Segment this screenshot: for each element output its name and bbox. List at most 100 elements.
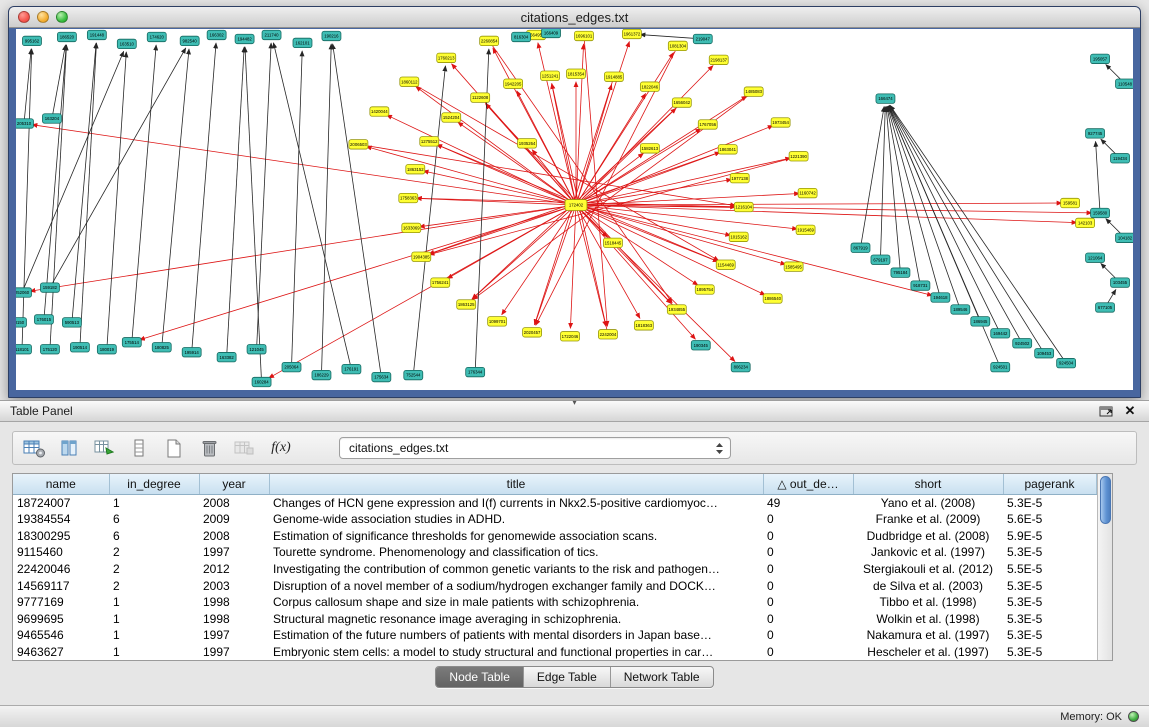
graph-node[interactable]: 166409 xyxy=(542,29,561,38)
graph-node[interactable]: 924501 xyxy=(991,362,1010,371)
import-table-icon[interactable] xyxy=(91,436,117,460)
graph-node[interactable]: 109453 xyxy=(1035,348,1054,357)
graph-edge[interactable] xyxy=(50,48,186,288)
graph-edge[interactable] xyxy=(257,43,272,349)
table-row[interactable]: 1456911722003Disruption of a novel membe… xyxy=(13,577,1096,594)
graph-node[interactable]: 195057 xyxy=(1091,54,1110,63)
graph-edge[interactable] xyxy=(502,205,576,315)
graph-node[interactable]: 1863152 xyxy=(406,164,425,173)
graph-node[interactable]: 104182 xyxy=(1116,233,1133,242)
graph-node[interactable]: 1860112 xyxy=(400,77,419,86)
graph-node[interactable]: 1863125 xyxy=(457,300,476,309)
graph-node[interactable]: 1420044 xyxy=(370,107,389,116)
graph-node[interactable]: 1582613 xyxy=(640,144,659,153)
graph-node[interactable]: 1815354 xyxy=(567,69,586,78)
graph-node[interactable]: 1935264 xyxy=(518,139,537,148)
graph-node[interactable]: 816304 xyxy=(512,32,531,41)
table-cell[interactable]: 0 xyxy=(763,627,853,644)
graph-node[interactable]: 1656042 xyxy=(672,98,691,107)
graph-node[interactable]: 1822046 xyxy=(640,82,659,91)
graph-edge[interactable] xyxy=(576,205,606,327)
table-cell[interactable]: 14569117 xyxy=(13,577,109,594)
table-row[interactable]: 946554611997Estimation of the future num… xyxy=(13,627,1096,644)
table-cell[interactable]: Tibbo et al. (1998) xyxy=(853,594,1003,611)
graph-edge[interactable] xyxy=(887,106,920,285)
table-cell[interactable]: 5.3E-5 xyxy=(1003,643,1096,660)
graph-node[interactable]: 174620 xyxy=(147,32,166,41)
table-cell[interactable]: Estimation of the future numbers of pati… xyxy=(269,627,763,644)
graph-node[interactable]: 590513 xyxy=(62,318,81,327)
table-cell[interactable]: Estimation of significance thresholds fo… xyxy=(269,528,763,545)
column-header-title[interactable]: title xyxy=(269,474,763,494)
table-cell[interactable]: 5.6E-5 xyxy=(1003,511,1096,528)
table-cell[interactable]: 0 xyxy=(763,577,853,594)
graph-node[interactable]: 995162 xyxy=(22,36,41,45)
graph-edge[interactable] xyxy=(132,45,156,342)
table-cell[interactable]: 5.3E-5 xyxy=(1003,610,1096,627)
graph-node[interactable]: 1977138 xyxy=(730,173,749,182)
table-cell[interactable]: 5.3E-5 xyxy=(1003,544,1096,561)
graph-node[interactable]: 924504 xyxy=(1057,358,1076,367)
table-cell[interactable]: Yano et al. (2008) xyxy=(853,494,1003,511)
graph-edge[interactable] xyxy=(245,47,262,382)
graph-node[interactable]: 982540 xyxy=(180,36,199,45)
graph-edge[interactable] xyxy=(333,44,382,377)
table-cell[interactable]: Changes of HCN gene expression and I(f) … xyxy=(269,494,763,511)
graph-node[interactable]: 1722046 xyxy=(561,332,580,341)
graph-node[interactable]: 118101 xyxy=(16,345,31,354)
tab-network-table[interactable]: Network Table xyxy=(611,667,713,687)
graph-node[interactable]: 1863041 xyxy=(718,145,737,154)
graph-node[interactable]: 2006503 xyxy=(349,140,368,149)
table-cell[interactable]: Nakamura et al. (1997) xyxy=(853,627,1003,644)
table-cell[interactable]: 2003 xyxy=(199,577,269,594)
graph-edge[interactable] xyxy=(22,51,124,292)
graph-node[interactable]: 191448 xyxy=(87,30,106,39)
graph-edge[interactable] xyxy=(107,52,126,349)
table-cell[interactable]: Genome-wide association studies in ADHD. xyxy=(269,511,763,528)
graph-node[interactable]: 1524204 xyxy=(442,113,461,122)
column-header-pagerank[interactable]: pagerank xyxy=(1003,474,1096,494)
table-cell[interactable]: 1997 xyxy=(199,627,269,644)
table-cell[interactable]: Stergiakouli et al. (2012) xyxy=(853,561,1003,578)
graph-edge[interactable] xyxy=(72,43,96,322)
table-cell[interactable]: 2 xyxy=(109,561,199,578)
table-row[interactable]: 2242004622012Investigating the contribut… xyxy=(13,561,1096,578)
table-cell[interactable]: 9699695 xyxy=(13,610,109,627)
graph-node[interactable]: 927745 xyxy=(1086,129,1105,138)
graph-node[interactable]: 190514 xyxy=(70,343,89,352)
graph-node[interactable]: 219047 xyxy=(693,34,712,43)
table-cell[interactable]: 0 xyxy=(763,610,853,627)
graph-node[interactable]: 1015162 xyxy=(729,232,748,241)
graph-edge[interactable] xyxy=(860,106,884,247)
graph-node[interactable]: 1914885 xyxy=(604,72,623,81)
table-cell[interactable]: 0 xyxy=(763,544,853,561)
graph-node[interactable]: 180825 xyxy=(152,343,171,352)
graph-node[interactable]: 121045 xyxy=(247,345,266,354)
table-cell[interactable]: 6 xyxy=(109,511,199,528)
table-cell[interactable]: Disruption of a novel member of a sodium… xyxy=(269,577,763,594)
split-divider-handle[interactable]: ▾ xyxy=(572,398,576,407)
table-cell[interactable]: 9777169 xyxy=(13,594,109,611)
graph-node[interactable]: 190216 xyxy=(322,31,341,40)
graph-node[interactable]: 1154469 xyxy=(716,260,735,269)
graph-edge[interactable] xyxy=(576,42,629,205)
close-panel-icon[interactable]: ✕ xyxy=(1121,403,1139,419)
graph-edge[interactable] xyxy=(192,43,216,352)
graph-node[interactable]: 867919 xyxy=(851,243,870,252)
graph-node[interactable]: 189546 xyxy=(951,305,970,314)
table-cell[interactable]: Franke et al. (2009) xyxy=(853,511,1003,528)
table-cell[interactable]: 1998 xyxy=(199,594,269,611)
graph-edge[interactable] xyxy=(576,205,933,295)
table-cell[interactable]: 1 xyxy=(109,627,199,644)
graph-node[interactable]: 159581 xyxy=(1061,198,1080,207)
table-cell[interactable]: 5.9E-5 xyxy=(1003,528,1096,545)
graph-node[interactable]: 679197 xyxy=(871,255,890,264)
table-cell[interactable]: 1998 xyxy=(199,610,269,627)
table-cell[interactable]: 5.3E-5 xyxy=(1003,494,1096,511)
table-cell[interactable]: 2 xyxy=(109,577,199,594)
graph-edge[interactable] xyxy=(576,205,765,295)
graph-node[interactable]: 1633069 xyxy=(402,223,421,232)
graph-node[interactable]: 1251241 xyxy=(541,71,560,80)
table-row[interactable]: 1872400712008Changes of HCN gene express… xyxy=(13,494,1096,511)
table-cell[interactable]: 22420046 xyxy=(13,561,109,578)
